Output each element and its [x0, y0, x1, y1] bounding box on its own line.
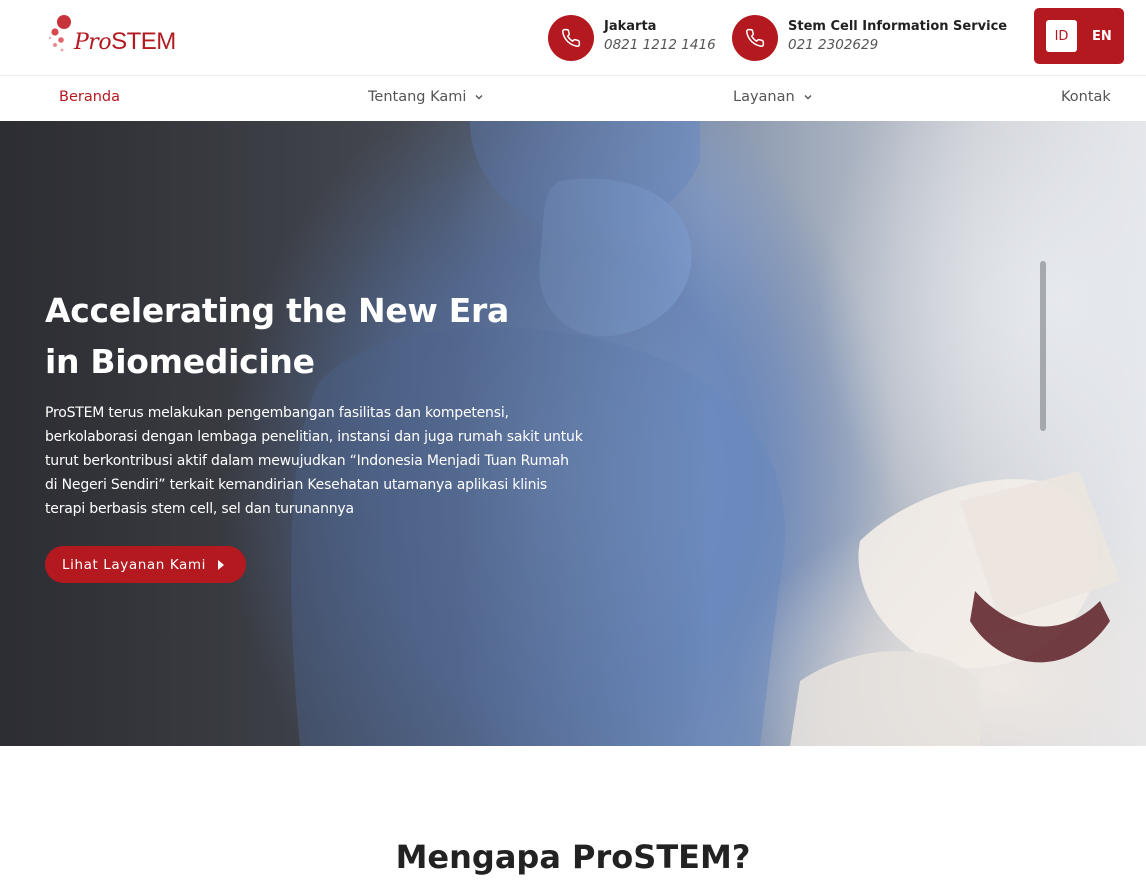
nav-item-kontak[interactable]: Kontak — [1061, 89, 1111, 105]
nav-item-label: Layanan — [733, 89, 795, 105]
contact-stem-cell-service[interactable]: Stem Cell Information Service 021 230262… — [732, 14, 1007, 62]
contact-text: Stem Cell Information Service 021 230262… — [788, 17, 1007, 55]
hero-title-line-2: in Biomedicine — [45, 342, 315, 381]
phone-icon — [548, 15, 594, 61]
view-services-button-label: Lihat Layanan Kami — [62, 556, 207, 573]
language-en-button[interactable]: EN — [1092, 29, 1112, 44]
hero-title-line-1: Accelerating the New Era — [45, 291, 509, 330]
contact-jakarta[interactable]: Jakarta 0821 1212 1416 — [548, 14, 716, 62]
nav-item-label: Beranda — [59, 89, 120, 105]
nav-item-tentang-kami[interactable]: Tentang Kami — [368, 89, 484, 105]
site-logo[interactable]: ProSTEM — [46, 14, 196, 58]
main-nav: Beranda Tentang Kami Layanan Kontak — [0, 76, 1146, 121]
contact-phone[interactable]: 0821 1212 1416 — [604, 36, 716, 55]
chevron-down-icon — [475, 95, 483, 100]
contact-phone[interactable]: 021 2302629 — [788, 36, 1007, 55]
caret-right-icon — [218, 559, 225, 570]
chevron-down-icon — [804, 95, 812, 100]
site-header: ProSTEM Jakarta 0821 1212 1416 Stem Cell… — [0, 0, 1146, 76]
nav-item-label: Tentang Kami — [368, 89, 467, 105]
nav-item-beranda[interactable]: Beranda — [59, 89, 120, 105]
view-services-button[interactable]: Lihat Layanan Kami — [45, 546, 247, 583]
logo-wordmark: ProSTEM — [74, 28, 176, 56]
logo-suffix: STEM — [111, 28, 176, 55]
contact-text: Jakarta 0821 1212 1416 — [604, 17, 716, 55]
logo-prefix: Pro — [74, 30, 112, 55]
language-switcher: ID EN — [1034, 8, 1124, 64]
nav-item-label: Kontak — [1061, 89, 1111, 105]
nav-item-layanan[interactable]: Layanan — [733, 89, 813, 105]
why-prostem-heading: Mengapa ProSTEM? — [395, 838, 751, 876]
phone-icon — [732, 15, 778, 61]
contact-title: Jakarta — [604, 19, 657, 34]
hero-description: ProSTEM terus melakukan pengembangan fas… — [45, 405, 583, 517]
hero-title: Accelerating the New Era in Biomedicine — [45, 285, 605, 387]
hero-banner: Accelerating the New Era in Biomedicine … — [0, 121, 1146, 746]
language-id-button[interactable]: ID — [1046, 20, 1077, 52]
contact-title: Stem Cell Information Service — [788, 19, 1008, 34]
prostem-logo-dots-icon — [48, 15, 71, 52]
